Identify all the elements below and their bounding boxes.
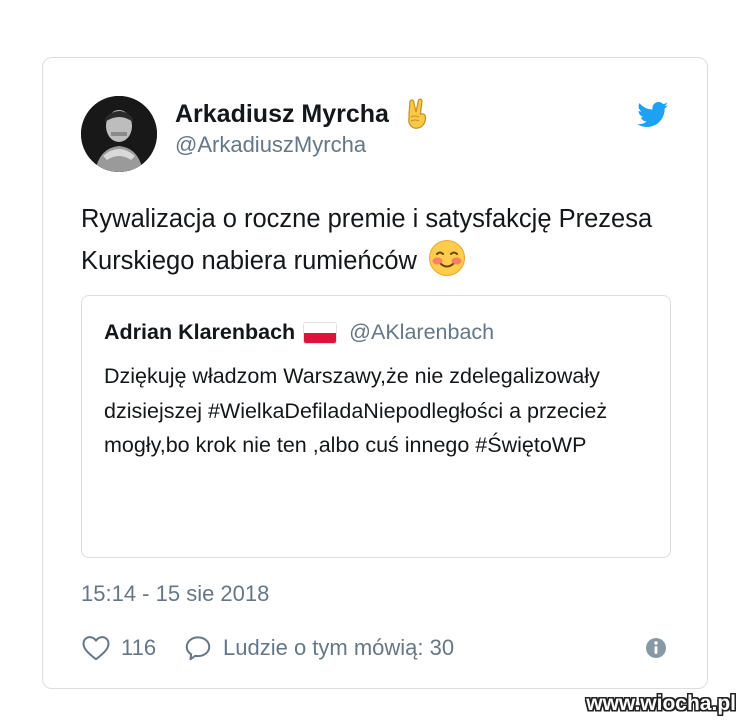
author-names: Arkadiusz Myrcha @ArkadiuszMyrcha	[175, 98, 431, 158]
conversation-button[interactable]: Ludzie o tym mówią: 30	[183, 631, 454, 665]
quoted-author-name[interactable]: Adrian Klarenbach	[104, 320, 295, 345]
speech-bubble-icon	[185, 636, 211, 661]
quoted-tweet-text: Dziękuję władzom Warszawy,że nie zdelega…	[104, 364, 608, 457]
victory-hand-icon	[408, 98, 427, 129]
quoted-author-handle[interactable]: @AKlarenbach	[349, 320, 494, 345]
watermark: www.wiocha.pl	[586, 692, 736, 715]
like-count: 116	[121, 635, 157, 660]
quoted-tweet[interactable]: Adrian Klarenbach @AKlarenbach Dziękuję …	[81, 295, 671, 558]
tweet-timestamp[interactable]: 15:14 - 15 sie 2018	[81, 581, 269, 607]
twitter-bird-icon[interactable]	[637, 102, 669, 128]
tweet-text-content: Rywalizacja o roczne premie i satysfakcj…	[81, 205, 653, 275]
tweet-header: Arkadiusz Myrcha @ArkadiuszMyrcha	[81, 96, 669, 172]
conversation-label: Ludzie o tym mówią: 30	[223, 635, 455, 660]
author-avatar[interactable]	[81, 96, 157, 172]
tweet-card: Arkadiusz Myrcha @ArkadiuszMyrcha Rywali…	[42, 57, 708, 689]
author-handle[interactable]: @ArkadiuszMyrcha	[175, 132, 431, 158]
tweet-actions: 116 Ludzie o tym mówią: 30	[81, 631, 669, 665]
tweet-text: Rywalizacja o roczne premie i satysfakcj…	[81, 199, 671, 281]
smiling-blushing-face-icon	[429, 240, 466, 276]
like-button[interactable]: 116	[81, 631, 156, 665]
author-display-name[interactable]: Arkadiusz Myrcha	[175, 100, 389, 129]
quoted-tweet-header: Adrian Klarenbach @AKlarenbach	[104, 320, 494, 345]
heart-icon	[82, 636, 110, 661]
avatar-photo	[81, 96, 157, 172]
poland-flag-icon	[303, 321, 338, 344]
info-icon[interactable]	[645, 637, 667, 659]
